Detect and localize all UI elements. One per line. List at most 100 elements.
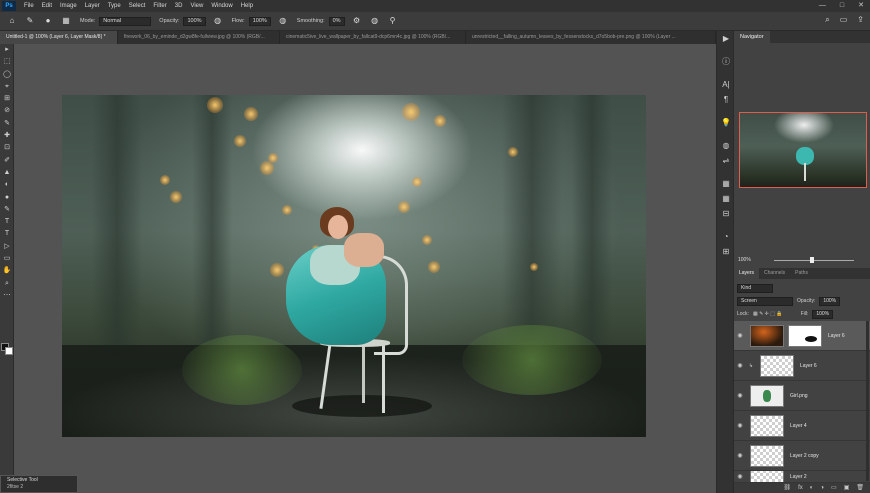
character-icon[interactable]: A|	[717, 77, 735, 92]
frame-tool-icon[interactable]: ⊘	[0, 105, 14, 117]
histogram-icon[interactable]: ▦	[717, 176, 735, 191]
tab-cinematic[interactable]: cinematic5ive_live_wallpaper_by_fallcat9…	[280, 31, 466, 44]
info-icon[interactable]: ⓘ	[717, 54, 735, 69]
zoom-slider-track[interactable]	[774, 260, 854, 261]
tab-channels[interactable]: Channels	[759, 268, 790, 279]
blend-mode-select[interactable]: Screen	[737, 296, 793, 306]
brush-settings-icon[interactable]: ▦	[60, 15, 72, 27]
new-group-icon[interactable]: ▭	[831, 483, 837, 493]
menu-file[interactable]: File	[24, 3, 34, 9]
marquee-tool-icon[interactable]: ⬚	[0, 56, 14, 68]
move-tool-icon[interactable]: ▸	[0, 44, 14, 56]
minimize-icon[interactable]: —	[819, 0, 826, 12]
rectangle-tool-icon[interactable]: ▭	[0, 253, 14, 265]
layer-row[interactable]: ◉ ↳ Layer 6	[734, 351, 870, 381]
layer-kind-filter[interactable]: Kind	[737, 283, 773, 293]
eraser-tool-icon[interactable]: ◐	[0, 179, 14, 191]
document-canvas[interactable]	[62, 95, 646, 437]
menu-image[interactable]: Image	[60, 3, 77, 9]
navigator-zoom-value[interactable]: 100%	[738, 257, 751, 263]
navigator-preview[interactable]	[739, 112, 867, 188]
visibility-eye-icon[interactable]: ◉	[734, 452, 746, 459]
flow-field[interactable]: 100%	[248, 16, 271, 26]
brush-tool-icon[interactable]: ✎	[24, 15, 36, 27]
canvas-area[interactable]	[14, 44, 716, 493]
history-brush-tool-icon[interactable]: ▲	[0, 167, 14, 179]
eyedropper-tool-icon[interactable]: ✎	[0, 118, 14, 130]
visibility-eye-icon[interactable]: ◉	[734, 362, 746, 369]
menu-window[interactable]: Window	[211, 3, 232, 9]
menu-help[interactable]: Help	[241, 3, 253, 9]
layer-row[interactable]: ◉ Layer 6	[734, 321, 870, 351]
visibility-eye-icon[interactable]: ◉	[734, 422, 746, 429]
table-icon[interactable]: ⊟	[717, 206, 735, 221]
tab-layers[interactable]: Layers	[734, 268, 760, 279]
crop-tool-icon[interactable]: ⊞	[0, 93, 14, 105]
pen-tool-icon[interactable]: T	[0, 216, 14, 228]
layer-mask-thumbnail[interactable]	[788, 324, 822, 347]
collapse-arrow-icon[interactable]: ▶	[717, 31, 735, 46]
maximize-icon[interactable]: □	[840, 0, 844, 12]
tab-navigator[interactable]: Navigator	[734, 31, 770, 43]
tab-autumn-leaves[interactable]: unrestricted__falling_autumn_leaves_by_f…	[466, 31, 716, 44]
menu-view[interactable]: View	[190, 3, 203, 9]
menu-filter[interactable]: Filter	[153, 3, 166, 9]
close-icon[interactable]: ✕	[858, 0, 864, 12]
healing-tool-icon[interactable]: ✚	[0, 130, 14, 142]
more-tools-icon[interactable]: ⋯	[0, 290, 14, 302]
layer-row[interactable]: ◉ Layer 2 copy	[734, 441, 870, 471]
brush-tool-icon[interactable]: ⊡	[0, 142, 14, 154]
grid-icon[interactable]: ▦	[717, 191, 735, 206]
add-mask-icon[interactable]: ◐	[810, 483, 814, 493]
layer-row[interactable]: ◉ Layer 4	[734, 411, 870, 441]
layers-scrollbar[interactable]	[866, 321, 869, 481]
delete-layer-icon[interactable]: 🗑	[856, 483, 864, 493]
layer-fill-field[interactable]: 100%	[812, 309, 834, 319]
hand-tool-icon[interactable]: ✋	[0, 265, 14, 277]
type-tool-icon[interactable]: T	[0, 228, 14, 240]
layer-opacity-field[interactable]: 100%	[819, 296, 841, 306]
path-select-tool-icon[interactable]: ▷	[0, 241, 14, 253]
menu-layer[interactable]: Layer	[85, 3, 100, 9]
tab-paths[interactable]: Paths	[790, 268, 813, 279]
layer-row[interactable]: ◉ Layer 2	[734, 471, 870, 483]
airbrush-icon[interactable]: ◍	[277, 15, 289, 27]
dodge-tool-icon[interactable]: ✎	[0, 204, 14, 216]
menu-3d[interactable]: 3D	[175, 3, 183, 9]
new-layer-icon[interactable]: ▣	[844, 483, 850, 493]
menu-select[interactable]: Select	[129, 3, 146, 9]
search-icon[interactable]: ⌕	[825, 15, 829, 25]
symmetry-icon[interactable]: ⚲	[387, 15, 399, 27]
color-wheel-icon[interactable]: ◍	[717, 138, 735, 153]
lock-icons[interactable]: ▦ ✎ ✛ ⬚ 🔒	[753, 311, 783, 317]
visibility-eye-icon[interactable]: ◉	[734, 473, 746, 480]
link-layers-icon[interactable]: ⛓	[783, 483, 791, 493]
clone-stamp-tool-icon[interactable]: ✐	[0, 155, 14, 167]
brush-preset-icon[interactable]: ●	[42, 15, 54, 27]
smoothing-field[interactable]: 0%	[328, 16, 345, 26]
swatches-icon[interactable]: ⇌	[717, 153, 735, 168]
pressure-opacity-icon[interactable]: ◍	[212, 15, 224, 27]
visibility-eye-icon[interactable]: ◉	[734, 392, 746, 399]
home-icon[interactable]: ⌂	[6, 15, 18, 27]
visibility-eye-icon[interactable]: ◉	[734, 332, 746, 339]
zoom-tool-icon[interactable]: ⌕	[0, 278, 14, 290]
mode-select[interactable]: Normal	[99, 16, 152, 26]
selective-tool-popup[interactable]: Selective Tool 2fitse 2	[0, 475, 78, 493]
adjustments-icon[interactable]: ◔	[717, 229, 735, 244]
lightbulb-icon[interactable]: 💡	[717, 115, 735, 130]
menu-edit[interactable]: Edit	[42, 3, 52, 9]
pressure-size-icon[interactable]: ◍	[369, 15, 381, 27]
tab-firework[interactable]: firework_06_by_eminde_d2gw8fe-fullview.j…	[118, 31, 280, 44]
properties-icon[interactable]: ⊞	[717, 244, 735, 259]
zoom-slider-handle[interactable]	[810, 257, 814, 263]
workspace-icon[interactable]: ▭	[840, 15, 848, 25]
opacity-field[interactable]: 100%	[183, 16, 206, 26]
layer-row[interactable]: ◉ Girl.png	[734, 381, 870, 411]
background-color-swatch[interactable]	[5, 347, 13, 355]
quick-select-tool-icon[interactable]: ⌖	[0, 81, 14, 93]
menu-type[interactable]: Type	[108, 3, 121, 9]
tab-untitled-1[interactable]: Untitled-1 @ 100% (Layer 6, Layer Mask/8…	[0, 31, 118, 44]
paragraph-icon[interactable]: ¶	[717, 92, 735, 107]
layer-style-icon[interactable]: fx	[798, 483, 803, 493]
